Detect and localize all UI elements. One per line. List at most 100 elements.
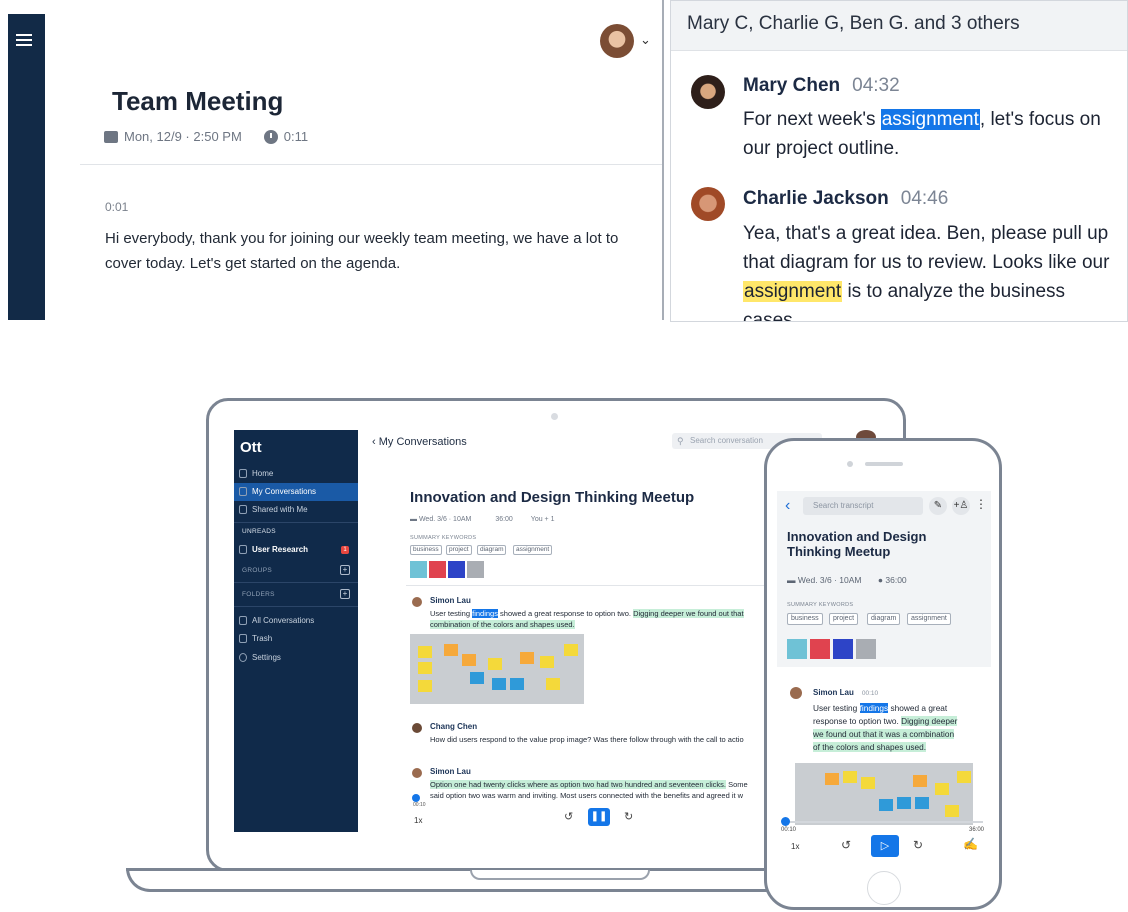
section-folders: FOLDERS [242, 591, 275, 598]
home-button[interactable] [867, 871, 901, 905]
keyword-highlight[interactable]: assignment [743, 281, 843, 302]
playback-speed-button[interactable]: 1x [414, 816, 422, 825]
user-avatar[interactable] [600, 24, 634, 58]
meeting-panel: ⌄ Team Meeting Mon, 12/9 · 2:50 PM 0:11 … [8, 14, 662, 320]
sidebar-item-home[interactable]: Home [234, 465, 358, 483]
back-link[interactable]: ‹ My Conversations [372, 436, 467, 448]
group-icon [239, 545, 247, 554]
sticky-note [825, 773, 839, 785]
message-time[interactable]: 04:32 [852, 75, 900, 96]
meeting-date: Mon, 12/9 · 2:50 PM [124, 129, 242, 144]
sidebar-item-label: Shared with Me [252, 505, 308, 514]
transcript-timestamp[interactable]: 0:01 [105, 200, 128, 214]
keyword-chip[interactable]: project [446, 545, 472, 555]
playback-speed-button[interactable]: 1x [791, 842, 799, 851]
rewind-icon[interactable]: ↺ [564, 810, 573, 823]
sidebar-item-my-conversations[interactable]: My Conversations [234, 483, 358, 501]
progress-handle[interactable] [412, 794, 420, 802]
thumbnail-image[interactable] [467, 561, 484, 578]
sticky-note [418, 646, 432, 658]
sticky-note [520, 652, 534, 664]
author-name: Mary Chen [743, 75, 841, 96]
sidebar-item-trash[interactable]: Trash [234, 630, 358, 648]
keyword-chip[interactable]: diagram [867, 613, 901, 625]
edit-icon[interactable]: ✎ [929, 497, 947, 515]
thumbnail-image[interactable] [833, 639, 853, 659]
app-logo[interactable]: Ott [240, 439, 262, 456]
thumbnail-image[interactable] [448, 561, 465, 578]
transcript-line: User testing findings showed a great res… [430, 608, 744, 619]
chat-panel: Mary C, Charlie G, Ben G. and 3 others M… [670, 0, 1128, 322]
keyword-chip[interactable]: assignment [513, 545, 553, 555]
sidebar-item-shared[interactable]: Shared with Me [234, 501, 358, 519]
transcript-text: Hi everybody, thank you for joining our … [105, 230, 619, 272]
pause-button[interactable]: ❚❚ [588, 808, 610, 826]
keyword-highlight[interactable]: assignment [880, 109, 980, 130]
gear-icon [239, 653, 247, 662]
avatar [691, 75, 725, 109]
add-folder-button[interactable]: + [340, 589, 350, 599]
sticky-note [913, 775, 927, 787]
add-group-button[interactable]: + [340, 565, 350, 575]
keyword-chip[interactable]: business [410, 545, 442, 555]
keywords-label: SUMMARY KEYWORDS [787, 602, 854, 608]
back-icon[interactable]: ‹ [785, 497, 790, 515]
forward-icon[interactable]: ↻ [913, 838, 923, 852]
avatar [412, 768, 422, 778]
hamburger-menu-icon[interactable] [16, 34, 32, 46]
thumbnail-image[interactable] [787, 639, 807, 659]
participants[interactable]: You + 1 [531, 516, 555, 523]
play-button[interactable]: ▷ [871, 835, 899, 857]
divider [234, 522, 358, 523]
thumbnail-image[interactable] [856, 639, 876, 659]
add-person-icon[interactable]: +♙ [952, 497, 970, 515]
forward-icon[interactable]: ↻ [624, 810, 633, 823]
keyword-chip[interactable]: diagram [477, 545, 507, 555]
conversation-title: Innovation and Design Thinking Meetup [787, 529, 927, 559]
more-icon[interactable]: ⋮ [975, 497, 987, 511]
progress-handle[interactable] [781, 817, 790, 826]
progress-track[interactable] [785, 821, 983, 823]
keyword-highlight[interactable]: findings [472, 609, 498, 618]
keyword-highlight[interactable]: findings [859, 703, 889, 713]
keyword-chip[interactable]: business [787, 613, 823, 625]
sticky-note [915, 797, 929, 809]
sidebar-item-user-research[interactable]: User Research [234, 541, 358, 559]
thumbnail-image[interactable] [810, 639, 830, 659]
sticky-note [945, 805, 959, 817]
search-input[interactable]: Search transcript [803, 497, 923, 515]
sidebar-item-settings[interactable]: Settings [234, 649, 358, 667]
whiteboard-photo[interactable] [410, 634, 584, 704]
sidebar-item-all-conversations[interactable]: All Conversations [234, 612, 358, 630]
whiteboard-photo[interactable] [795, 763, 973, 825]
sticky-note [897, 797, 911, 809]
sticky-note [540, 656, 554, 668]
thumbnail-image[interactable] [429, 561, 446, 578]
calendar-icon [104, 130, 118, 143]
text-segment: User testing [813, 703, 860, 713]
sticky-note [488, 658, 502, 670]
message-time[interactable]: 04:46 [901, 188, 949, 209]
keyword-chip[interactable]: project [829, 613, 859, 625]
chevron-down-icon[interactable]: ⌄ [640, 32, 651, 48]
message-text: For next week's assignment, let's focus … [743, 105, 1115, 163]
elapsed-time: 00:10 [781, 827, 797, 833]
speaker-label: Simon Lau [813, 688, 854, 697]
sidebar: Ott Home My Conversations Shared with Me… [234, 430, 358, 832]
thumbnail-image[interactable] [410, 561, 427, 578]
message-author: Charlie Jackson 04:46 [743, 188, 948, 210]
document-icon [239, 487, 247, 496]
conversation-date: Wed. 3/6 · 10AM [418, 516, 472, 523]
sidebar-item-label: User Research [252, 545, 309, 554]
calendar-icon: ▬ [787, 575, 798, 585]
transcript-line: Option one had twenty clicks where as op… [430, 779, 748, 790]
sticky-note [861, 777, 875, 789]
keyword-chip[interactable]: assignment [907, 613, 951, 625]
avatar [412, 723, 422, 733]
total-time: 36:00 [969, 827, 985, 833]
text-highlight: Digging deeper we found out that [633, 609, 744, 618]
text-segment: For next week's [743, 109, 881, 130]
rewind-icon[interactable]: ↺ [841, 838, 851, 852]
highlight-pen-icon[interactable]: ✍ [963, 837, 978, 851]
message-time[interactable]: 00:10 [862, 690, 878, 697]
